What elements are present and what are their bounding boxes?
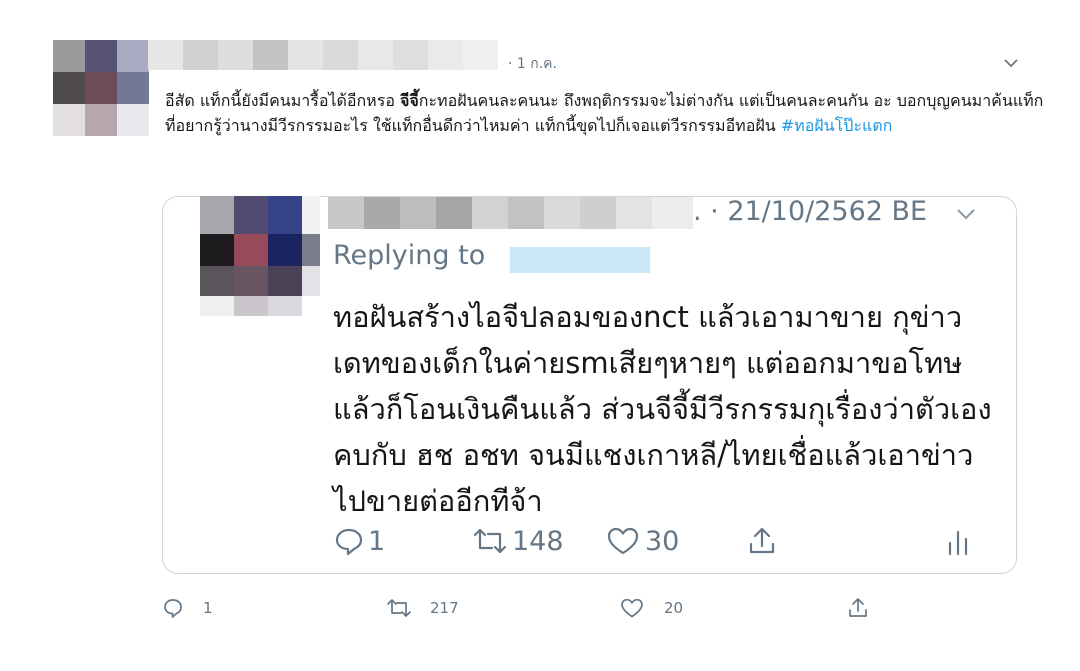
chevron-down-icon[interactable] (1003, 54, 1019, 73)
heart-icon (606, 525, 640, 557)
tweet-timestamp[interactable]: · 1 ก.ค. (508, 53, 557, 75)
heart-icon (620, 597, 644, 619)
quoted-retweet-button[interactable]: 148 (470, 525, 564, 557)
tweet-text-part: อีสัด แท็กนี้ยังมีคนมารื้อได้อีกหรอ (165, 91, 401, 110)
share-icon (746, 525, 778, 557)
avatar[interactable] (53, 40, 149, 136)
quoted-like-button[interactable]: 30 (606, 525, 679, 557)
quoted-reply-count: 1 (368, 525, 386, 557)
replying-to-handle-redacted[interactable] (510, 247, 650, 273)
retweet-icon (470, 525, 510, 557)
quoted-author-name-redacted[interactable] (328, 197, 693, 229)
quoted-like-count: 30 (645, 525, 680, 557)
retweet-icon (385, 597, 413, 619)
like-button[interactable]: 20 (620, 597, 683, 619)
hashtag-link[interactable]: #ทอฝันโป๊ะแตก (781, 116, 893, 135)
reply-button[interactable]: 1 (162, 597, 213, 619)
retweet-button[interactable]: 217 (385, 597, 459, 619)
tweet-text-bold: จีจี้ (400, 91, 419, 110)
quoted-tweet-text: ทอฝันสร้างไอจีปลอมของnct แล้วเอามาขาย กุ… (333, 300, 992, 518)
reply-count: 1 (203, 599, 213, 617)
quoted-analytics-button[interactable] (946, 528, 970, 556)
quoted-share-button[interactable] (746, 525, 778, 557)
share-icon (847, 596, 869, 620)
like-count: 20 (664, 599, 684, 617)
author-name-redacted[interactable] (148, 40, 498, 70)
reply-icon (162, 597, 184, 619)
quoted-timestamp[interactable]: . · 21/10/2562 BE (693, 196, 927, 227)
tweet-text: อีสัด แท็กนี้ยังมีคนมารื้อได้อีกหรอ จีจี… (165, 88, 1045, 138)
replying-to-label: Replying to (333, 240, 486, 271)
quoted-retweet-count: 148 (512, 525, 564, 557)
analytics-icon (946, 528, 970, 556)
share-button[interactable] (847, 596, 869, 620)
quoted-chevron-down-icon[interactable] (955, 206, 977, 225)
retweet-count: 217 (430, 599, 459, 617)
reply-icon (333, 525, 365, 557)
quoted-reply-button[interactable]: 1 (333, 525, 385, 557)
quoted-avatar[interactable] (200, 196, 320, 316)
